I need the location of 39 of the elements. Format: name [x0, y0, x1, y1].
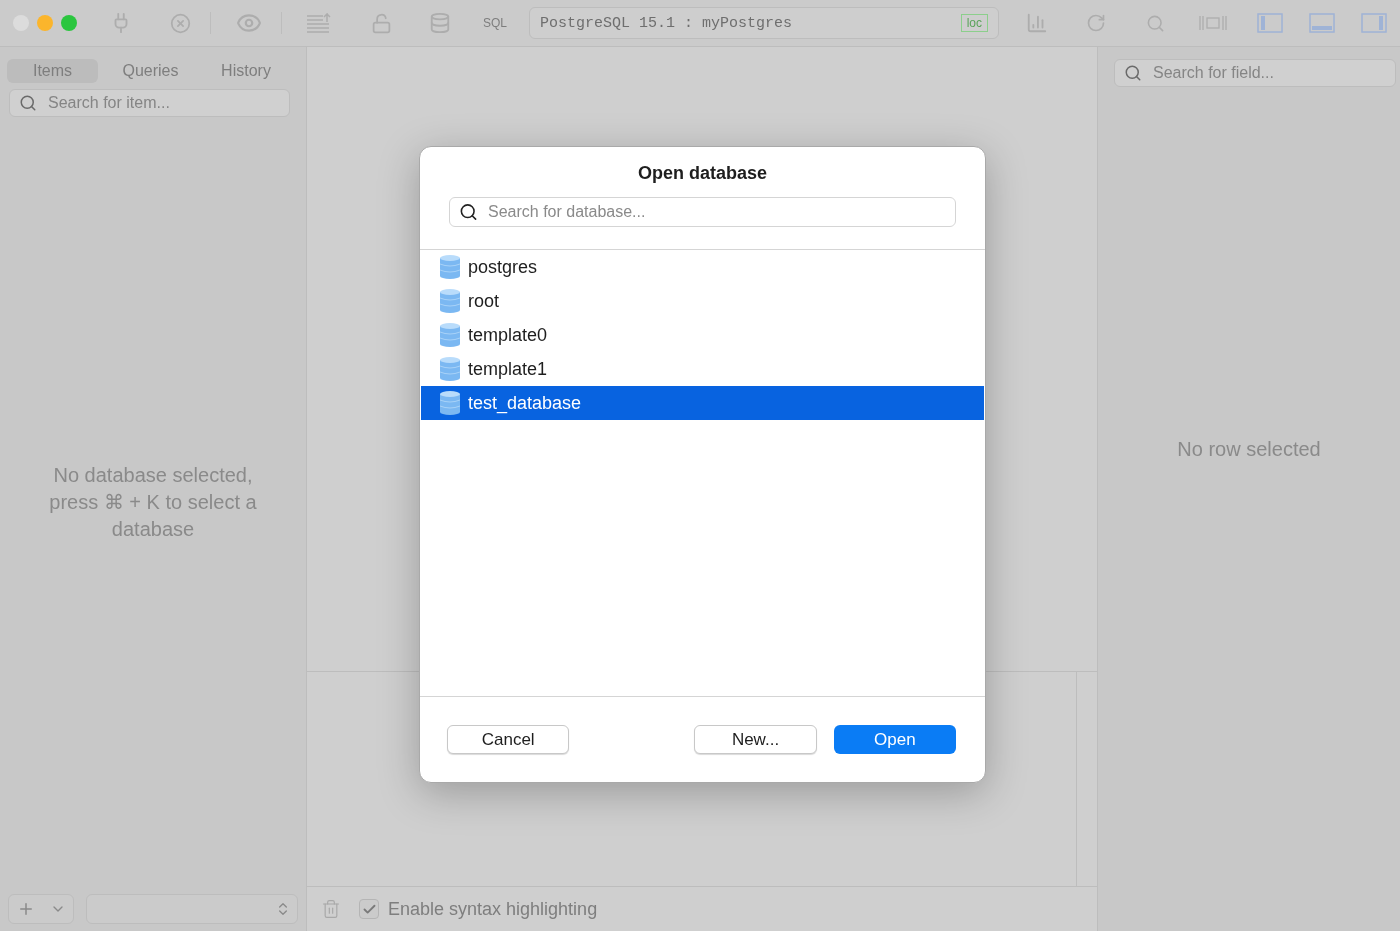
left-panel-icon[interactable]	[1257, 13, 1283, 33]
minimize-window-button[interactable]	[37, 15, 53, 31]
database-icon	[439, 255, 461, 279]
database-row[interactable]: root	[421, 284, 984, 318]
dialog-button[interactable]: New...	[694, 725, 817, 754]
database-icon	[439, 391, 461, 415]
database-icon	[439, 357, 461, 381]
dialog-title: Open database	[636, 163, 768, 184]
database-row[interactable]: template0	[421, 318, 984, 352]
database-row[interactable]: postgres	[421, 250, 984, 284]
dialog-button[interactable]: Open	[833, 725, 956, 754]
search-field[interactable]: Search for item...	[9, 89, 290, 117]
search-field[interactable]: Search for database...	[449, 197, 956, 227]
dialog-button[interactable]: Cancel	[447, 725, 570, 754]
add-menu-button[interactable]	[8, 894, 74, 924]
search-icon	[459, 202, 478, 222]
checkbox-label: Enable syntax highlighting	[388, 898, 598, 920]
bottom-panel-icon[interactable]	[1309, 13, 1335, 33]
trash-icon[interactable]	[321, 899, 341, 919]
chart-icon[interactable]	[1025, 11, 1049, 35]
database-icon[interactable]	[428, 11, 452, 35]
empty-message: No row selected	[1177, 436, 1321, 462]
eye-icon[interactable]	[235, 11, 263, 35]
connection-badge: loc	[960, 14, 988, 32]
connection-field[interactable]: PostgreSQL 15.1 : myPostgres loc	[529, 7, 999, 39]
search-field[interactable]: Search for field...	[1114, 59, 1396, 87]
empty-message: No database selected, press ⌘ + K to select a database	[48, 462, 258, 542]
database-icon	[439, 289, 461, 313]
database-row[interactable]: test_database	[421, 386, 984, 420]
right-panel-icon[interactable]	[1361, 13, 1387, 33]
checkbox[interactable]	[359, 899, 379, 919]
lines-icon[interactable]	[306, 11, 332, 35]
search-icon	[19, 94, 37, 112]
database-popup[interactable]	[86, 894, 298, 924]
close-icon[interactable]	[168, 11, 192, 35]
search-icon	[1124, 64, 1142, 82]
maximize-window-button[interactable]	[61, 15, 77, 31]
database-icon	[439, 323, 461, 347]
database-row[interactable]: template1	[421, 352, 984, 386]
